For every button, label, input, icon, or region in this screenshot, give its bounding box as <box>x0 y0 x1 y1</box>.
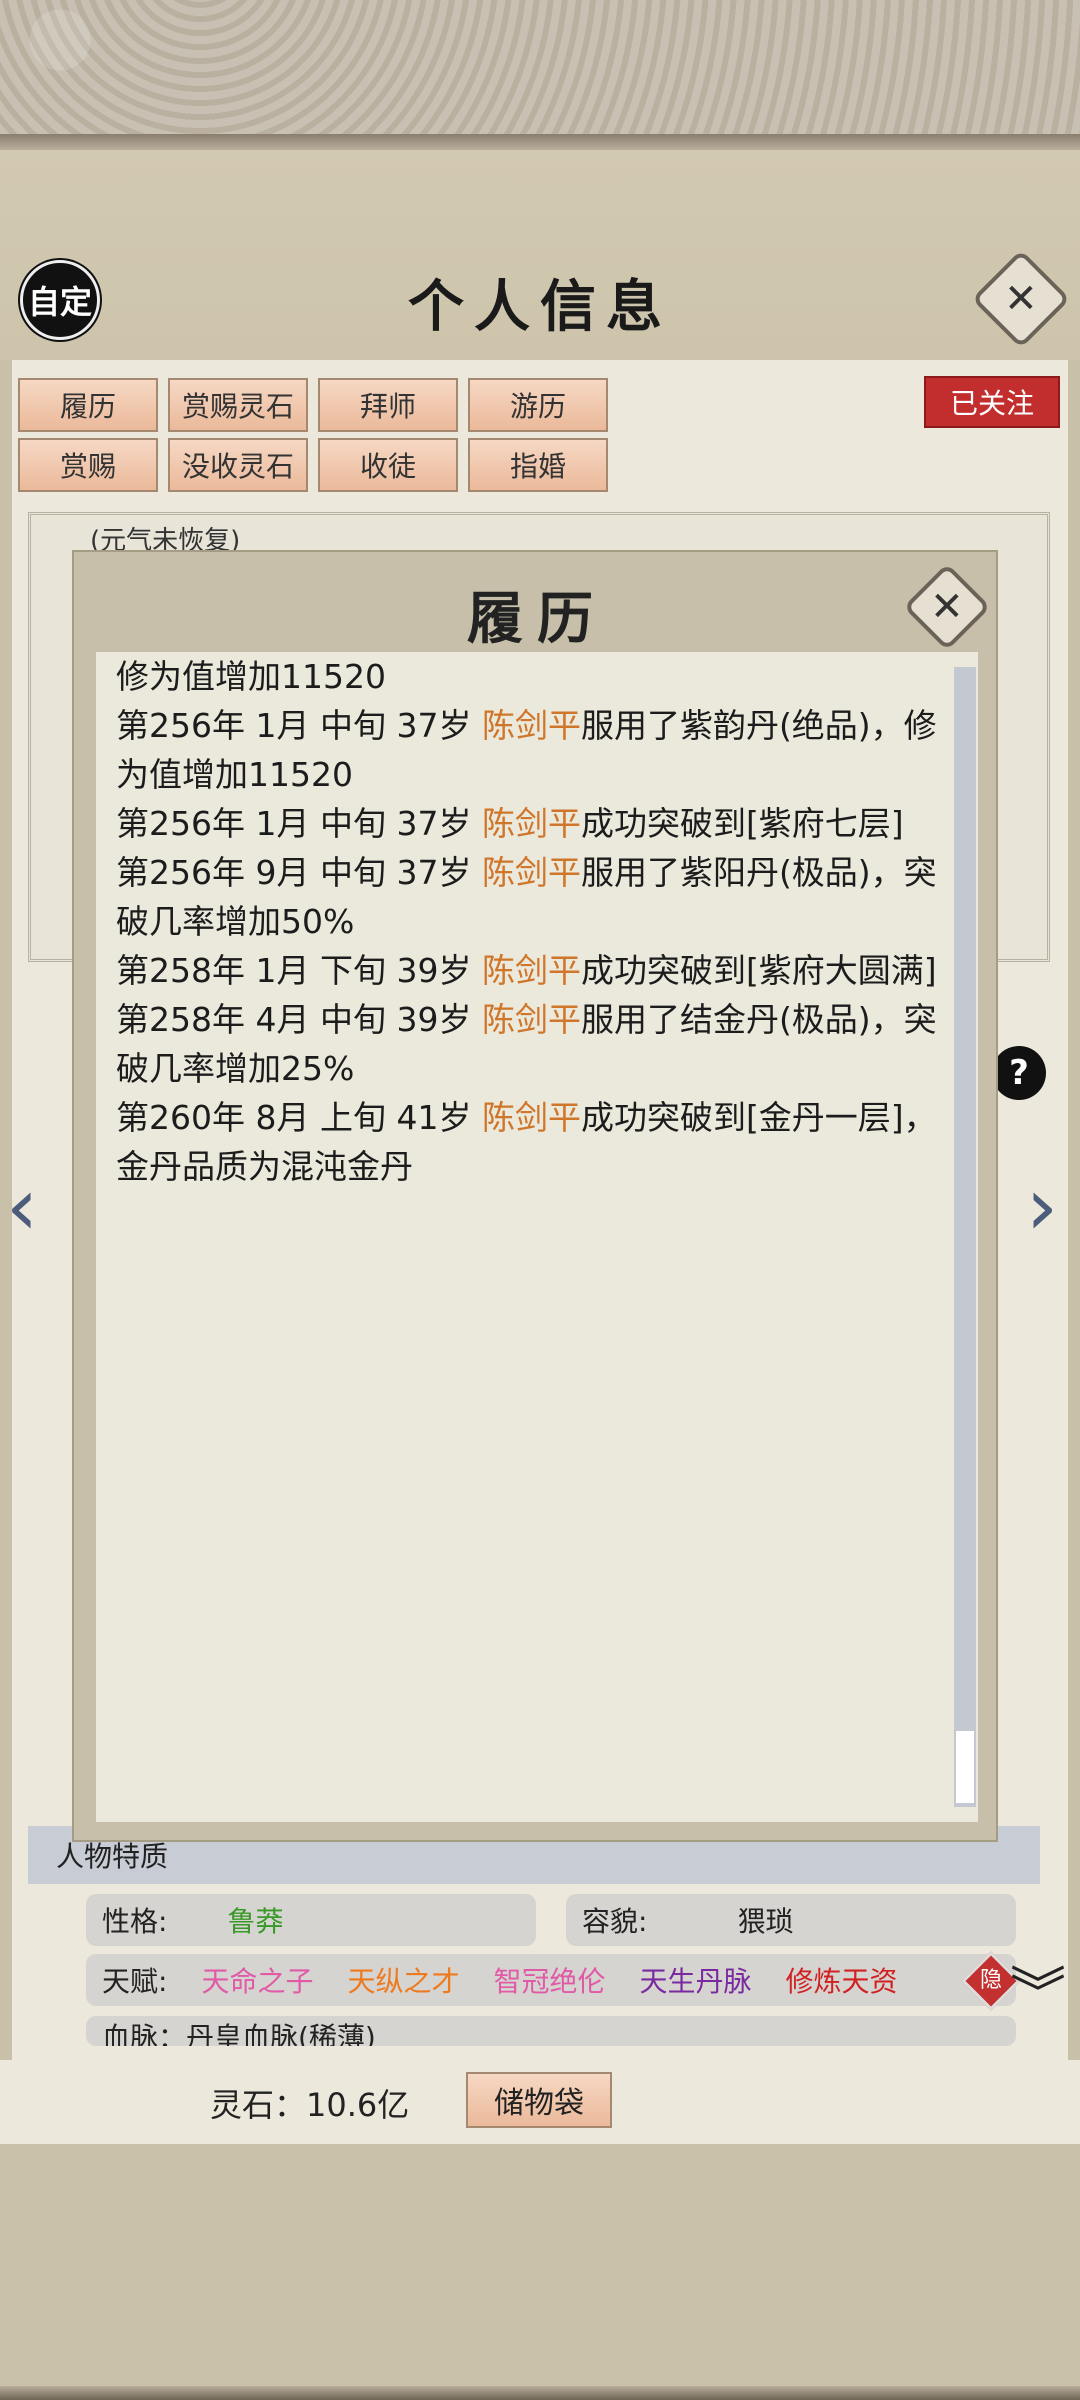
personality-label: 性格: <box>102 1905 168 1938</box>
character-name: 陈剑平 <box>481 1000 581 1039</box>
chevron-left-icon[interactable]: ‹ <box>6 1160 38 1253</box>
appearance-value: 猥琐 <box>737 1905 794 1938</box>
resume-modal: 履历 ✕ 修为值增加11520 第256年 1月 中旬 37岁 陈剑平服用了紫韵… <box>72 550 998 1842</box>
tab-reward[interactable]: 赏赐 <box>18 438 158 492</box>
character-name: 陈剑平 <box>481 804 581 843</box>
tab-apprentice[interactable]: 拜师 <box>318 378 458 432</box>
log-entry: 第258年 4月 中旬 39岁 陈剑平服用了结金丹(极品)，突破几率增加25% <box>116 1000 937 1088</box>
talent-item[interactable]: 天纵之才 <box>347 1960 459 2000</box>
tab-reward-stones[interactable]: 赏赐灵石 <box>168 378 308 432</box>
chevron-right-icon[interactable]: › <box>1026 1160 1058 1253</box>
resume-log[interactable]: 修为值增加11520 第256年 1月 中旬 37岁 陈剑平服用了紫韵丹(绝品)… <box>96 652 978 1822</box>
talent-label: 天赋: <box>102 1965 168 1998</box>
appearance-pill: 容貌: 猥琐 <box>566 1894 1016 1946</box>
log-entry: 第258年 1月 下旬 39岁 陈剑平成功突破到[紫府大圆满] <box>116 951 937 990</box>
tab-travel[interactable]: 游历 <box>468 378 608 432</box>
log-scrollbar[interactable] <box>954 667 976 1807</box>
tab-resume[interactable]: 履历 <box>18 378 158 432</box>
character-name: 陈剑平 <box>481 853 581 892</box>
close-icon: ✕ <box>930 583 964 630</box>
talent-pill: 天赋: 天命之子 天纵之才 智冠绝伦 天生丹脉 修炼天资 <box>86 1954 1016 2006</box>
talent-item[interactable]: 修炼天资 <box>786 1960 898 2000</box>
tab-arrange-marriage[interactable]: 指婚 <box>468 438 608 492</box>
talent-item[interactable]: 天命之子 <box>201 1960 313 2000</box>
double-chevron-down-icon[interactable]: ︾ <box>1010 1967 1066 2023</box>
close-icon: ✕ <box>1004 275 1038 322</box>
log-entry: 第260年 8月 上旬 41岁 陈剑平成功突破到[金丹一层]，金丹品质为混沌金丹 <box>116 1098 937 1186</box>
top-decorative-banner <box>0 0 1080 150</box>
modal-title: 履历 <box>467 586 607 652</box>
tab-take-disciple[interactable]: 收徒 <box>318 438 458 492</box>
personality-value: 鲁莽 <box>227 1905 284 1938</box>
log-entry: 修为值增加11520 <box>116 657 386 696</box>
footer-band <box>0 2144 1080 2400</box>
character-name: 陈剑平 <box>481 951 581 990</box>
talent-item[interactable]: 智冠绝伦 <box>493 1960 605 2000</box>
help-icon[interactable]: ? <box>992 1046 1046 1100</box>
character-name: 陈剑平 <box>481 1098 581 1137</box>
appearance-label: 容貌: <box>582 1905 648 1938</box>
talent-item[interactable]: 天生丹脉 <box>639 1960 751 2000</box>
log-entry: 第256年 1月 中旬 37岁 陈剑平服用了紫韵丹(绝品)，修为值增加11520 <box>116 706 937 794</box>
personality-pill: 性格: 鲁莽 <box>86 1894 536 1946</box>
character-name: 陈剑平 <box>481 706 581 745</box>
page-title: 个人信息 <box>408 274 672 340</box>
tab-confiscate-stones[interactable]: 没收灵石 <box>168 438 308 492</box>
scrollbar-thumb[interactable] <box>956 1731 974 1803</box>
spirit-stone-count: 灵石：10.6亿 <box>210 2086 410 2124</box>
bloodline-text: 血脉：丹皇血脉(稀薄) <box>102 2021 376 2046</box>
storage-bag-button[interactable]: 储物袋 <box>466 2072 612 2128</box>
bloodline-pill: 血脉：丹皇血脉(稀薄) <box>86 2016 1016 2046</box>
log-entry: 第256年 9月 中旬 37岁 陈剑平服用了紫阳丹(极品)，突破几率增加50% <box>116 853 937 941</box>
follow-button[interactable]: 已关注 <box>924 376 1060 428</box>
log-entry: 第256年 1月 中旬 37岁 陈剑平成功突破到[紫府七层] <box>116 804 904 843</box>
